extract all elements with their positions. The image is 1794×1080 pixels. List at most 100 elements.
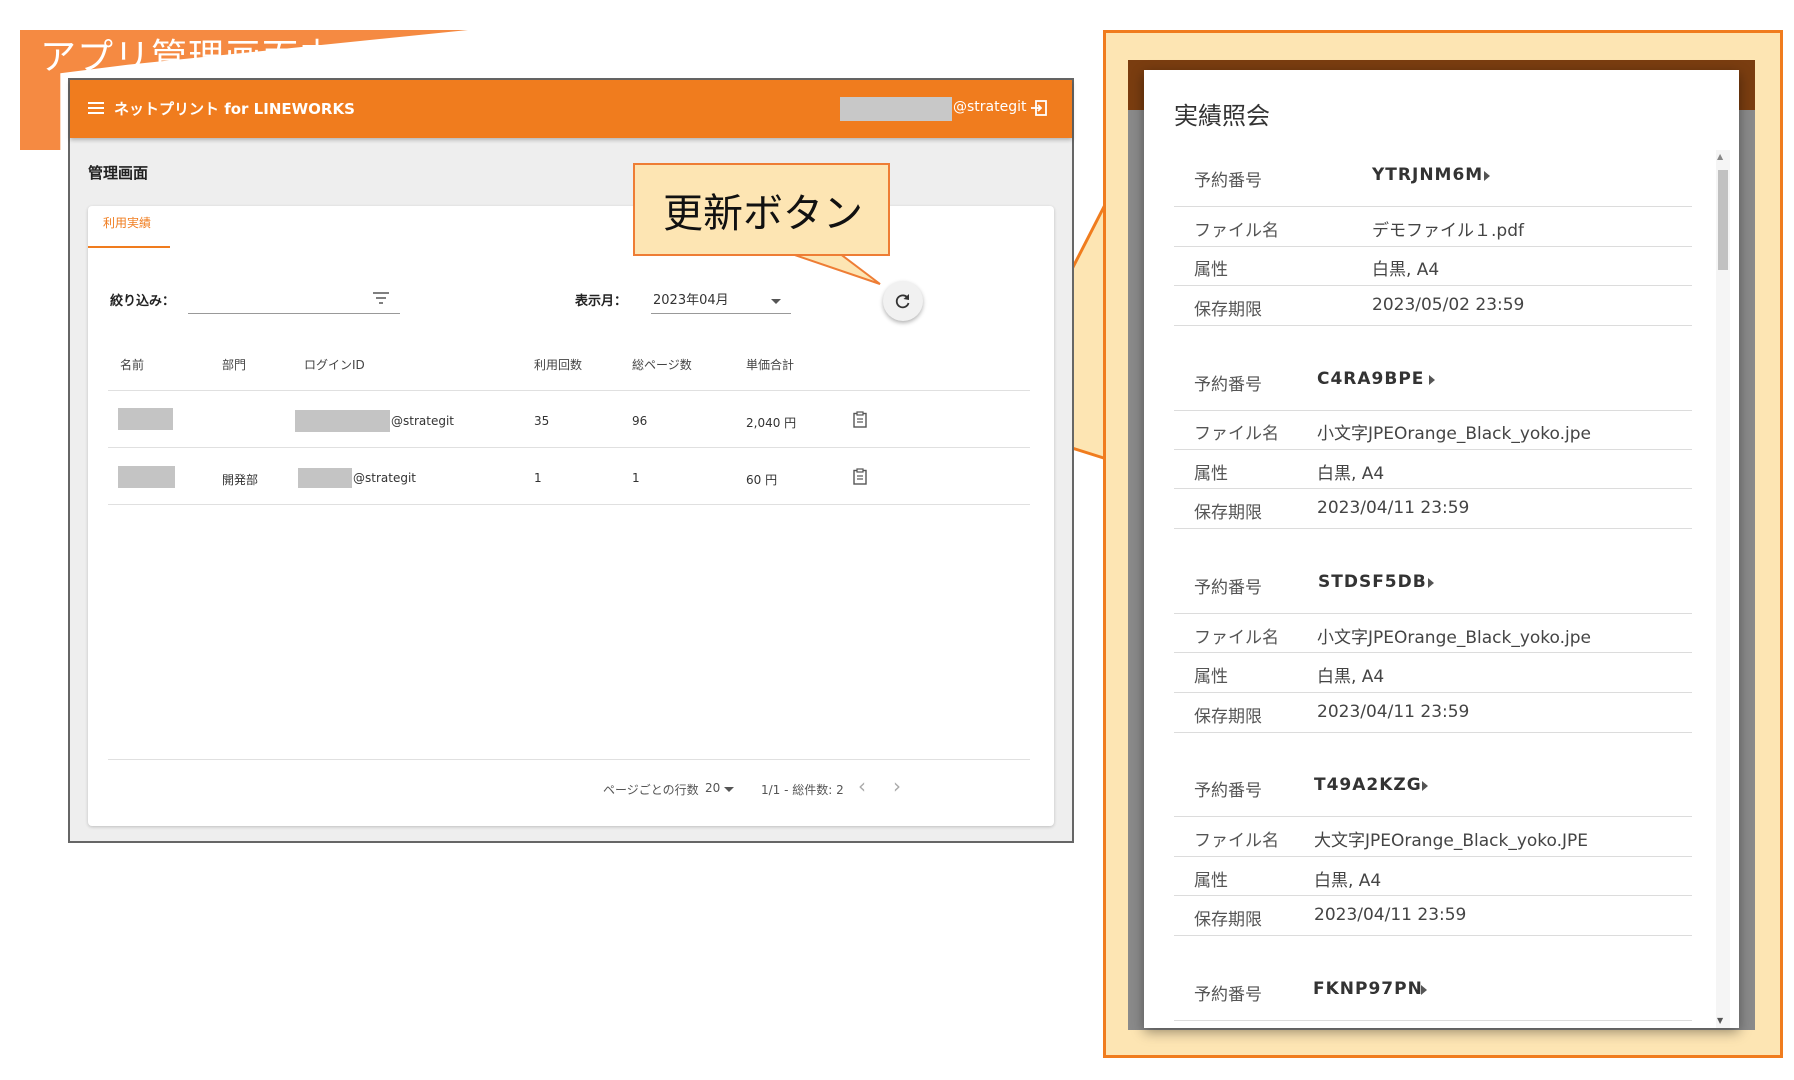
divider bbox=[1174, 410, 1692, 411]
divider bbox=[1174, 528, 1692, 529]
reservation-code[interactable]: STDSF5DB bbox=[1318, 572, 1427, 592]
chevron-down-icon bbox=[724, 787, 734, 792]
clipboard-icon[interactable] bbox=[853, 468, 867, 485]
usage-card: 利用実績 絞り込み： 表示月： 2023年04月 名前 部門 ログインID 利用… bbox=[88, 206, 1054, 826]
month-label: 表示月： bbox=[575, 294, 628, 309]
label-attr: 属性 bbox=[1194, 260, 1228, 280]
divider bbox=[1174, 613, 1692, 614]
expiry: 2023/04/11 23:59 bbox=[1314, 905, 1467, 925]
attributes: 白黒, A4 bbox=[1317, 464, 1385, 484]
label-file: ファイル名 bbox=[1194, 221, 1279, 241]
chevron-down-icon bbox=[771, 299, 781, 304]
label-code: 予約番号 bbox=[1194, 375, 1262, 395]
divider bbox=[108, 447, 1030, 448]
expiry: 2023/04/11 23:59 bbox=[1317, 702, 1470, 722]
label-attr: 属性 bbox=[1194, 667, 1228, 687]
divider bbox=[108, 390, 1030, 391]
reservation-code[interactable]: YTRJNM6M bbox=[1372, 165, 1483, 185]
tab-usage[interactable]: 利用実績 bbox=[103, 214, 151, 231]
divider bbox=[1174, 732, 1692, 733]
refresh-icon bbox=[895, 294, 910, 309]
col-uses: 利用回数 bbox=[534, 358, 583, 372]
label-expiry: 保存期限 bbox=[1194, 503, 1262, 523]
caret-right-icon[interactable] bbox=[1428, 578, 1434, 588]
caret-right-icon[interactable] bbox=[1422, 781, 1428, 791]
divider bbox=[1174, 692, 1692, 693]
col-login: ログインID bbox=[304, 358, 365, 372]
app-title: ネットプリント for LINEWORKS bbox=[114, 100, 355, 118]
filter-input[interactable] bbox=[188, 281, 400, 314]
reservation-code[interactable]: T49A2KZG bbox=[1314, 775, 1422, 795]
history-modal: 実績照会 ▲ ▼ 予約番号 YTRJNM6M ファイル名 デモファイル１.pdf… bbox=[1144, 70, 1739, 1028]
logout-icon[interactable] bbox=[1030, 99, 1048, 117]
app-header: ネットプリント for LINEWORKS @strategit bbox=[70, 80, 1072, 138]
divider bbox=[1174, 816, 1692, 817]
next-page-icon[interactable]: › bbox=[893, 774, 901, 798]
label-expiry: 保存期限 bbox=[1194, 300, 1262, 320]
tab-indicator bbox=[88, 246, 170, 248]
page-title: 管理画面 bbox=[88, 164, 149, 182]
divider bbox=[1174, 285, 1692, 286]
caret-right-icon[interactable] bbox=[1484, 171, 1490, 181]
dept-value: 開発部 bbox=[222, 473, 259, 487]
col-pages: 総ページ数 bbox=[632, 358, 692, 372]
menu-icon[interactable] bbox=[88, 102, 104, 114]
caret-right-icon[interactable] bbox=[1429, 375, 1435, 385]
prev-page-icon[interactable]: ‹ bbox=[858, 774, 866, 798]
rows-per-page-label: ページごとの行数 bbox=[603, 783, 699, 797]
label-expiry: 保存期限 bbox=[1194, 707, 1262, 727]
month-value: 2023年04月 bbox=[653, 293, 729, 308]
user-name-redacted bbox=[840, 97, 952, 121]
reservation-code[interactable]: FKNP97PN bbox=[1313, 979, 1423, 999]
modal-title: 実績照会 bbox=[1174, 102, 1270, 130]
reservation-code[interactable]: C4RA9BPE bbox=[1317, 369, 1424, 389]
page-range: 1/1 - 総件数: 2 bbox=[761, 783, 844, 797]
pages-value: 96 bbox=[632, 414, 648, 428]
login-suffix: @strategit bbox=[353, 471, 416, 485]
pages-value: 1 bbox=[632, 471, 640, 485]
total-value: 2,040 円 bbox=[746, 416, 797, 430]
zoom-panel: 実績照会 ▲ ▼ 予約番号 YTRJNM6M ファイル名 デモファイル１.pdf… bbox=[1103, 30, 1783, 1058]
label-attr: 属性 bbox=[1194, 871, 1228, 891]
callout-bubble: 更新ボタン bbox=[633, 163, 890, 256]
label-attr: 属性 bbox=[1194, 464, 1228, 484]
login-redacted bbox=[298, 468, 352, 488]
attributes: 白黒, A4 bbox=[1372, 260, 1440, 280]
label-code: 予約番号 bbox=[1194, 578, 1262, 598]
col-dept: 部門 bbox=[222, 358, 247, 372]
file-name: 小文字JPEOrange_Black_yoko.jpe bbox=[1317, 628, 1591, 648]
file-name: 小文字JPEOrange_Black_yoko.jpe bbox=[1317, 424, 1591, 444]
divider bbox=[1174, 488, 1692, 489]
file-name: 大文字JPEOrange_Black_yoko.JPE bbox=[1314, 831, 1589, 851]
total-value: 60 円 bbox=[746, 473, 778, 487]
expiry: 2023/05/02 23:59 bbox=[1372, 295, 1525, 315]
rows-per-page-select[interactable]: 20 bbox=[705, 781, 720, 795]
callout-text: 更新ボタン bbox=[663, 191, 863, 237]
label-file: ファイル名 bbox=[1194, 424, 1279, 444]
filter-icon[interactable] bbox=[373, 292, 389, 304]
label-expiry: 保存期限 bbox=[1194, 910, 1262, 930]
callout-tail bbox=[780, 250, 881, 285]
label-file: ファイル名 bbox=[1194, 628, 1279, 648]
scroll-down-icon[interactable]: ▼ bbox=[1717, 1016, 1723, 1025]
user-domain: @strategit bbox=[953, 99, 1027, 115]
scrollbar[interactable] bbox=[1716, 150, 1730, 1028]
attributes: 白黒, A4 bbox=[1314, 871, 1382, 891]
col-total: 単価合計 bbox=[746, 358, 795, 372]
scroll-up-icon[interactable]: ▲ bbox=[1717, 152, 1723, 161]
label-code: 予約番号 bbox=[1194, 985, 1262, 1005]
scroll-thumb[interactable] bbox=[1718, 170, 1728, 270]
divider bbox=[1174, 935, 1692, 936]
divider bbox=[1174, 895, 1692, 896]
uses-value: 35 bbox=[534, 414, 550, 428]
uses-value: 1 bbox=[534, 471, 542, 485]
name-redacted bbox=[118, 408, 173, 430]
divider bbox=[1174, 206, 1692, 207]
login-redacted bbox=[295, 410, 390, 432]
clipboard-icon[interactable] bbox=[853, 411, 867, 428]
divider bbox=[1174, 856, 1692, 857]
caret-right-icon[interactable] bbox=[1421, 985, 1427, 995]
divider bbox=[108, 504, 1030, 505]
divider bbox=[1174, 652, 1692, 653]
name-redacted bbox=[118, 466, 175, 488]
